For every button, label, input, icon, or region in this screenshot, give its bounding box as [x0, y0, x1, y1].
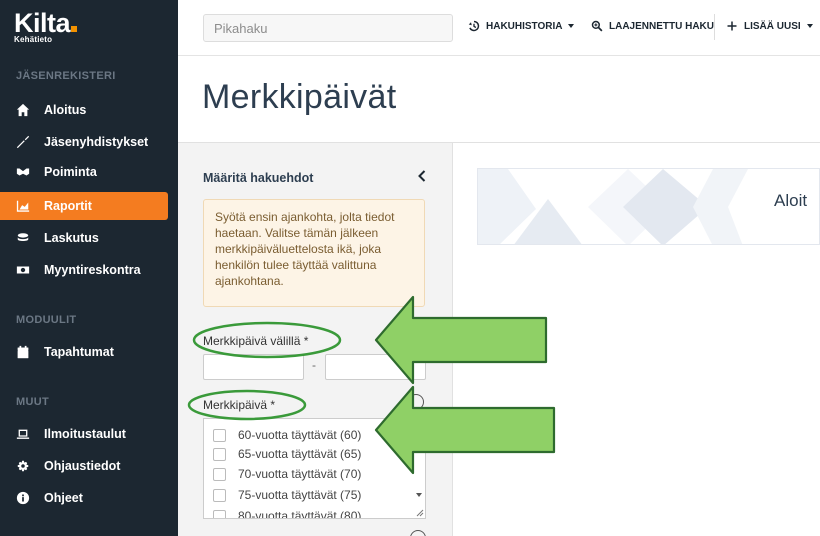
sidebar-item-poiminta[interactable]: Poiminta	[0, 158, 168, 186]
banner-title: Aloit	[774, 191, 808, 210]
section-title-muut: MUUT	[16, 396, 49, 408]
calendar-icon	[16, 345, 30, 359]
kilta-logo[interactable]: Kilta Kehätieto	[14, 8, 78, 44]
chart-icon	[16, 199, 30, 213]
add-new-label: LISÄÄ UUSI	[744, 20, 801, 32]
tools-icon	[16, 135, 30, 149]
chevron-left-icon[interactable]	[416, 169, 428, 183]
page-title: Merkkipäivät	[202, 78, 397, 116]
coins-icon	[16, 231, 30, 245]
money-icon	[16, 263, 30, 277]
section-title-moduulit: MODUULIT	[16, 314, 77, 326]
resize-handle-icon[interactable]	[416, 509, 424, 517]
info-box: Syötä ensin ajankohta, jolta tiedot haet…	[203, 199, 425, 307]
sidebar-item-laskutus[interactable]: Laskutus	[0, 224, 168, 252]
sidebar-item-label: Tapahtumat	[44, 345, 114, 359]
sidebar: Kilta Kehätieto JÄSENREKISTERI Aloitus J…	[0, 0, 178, 536]
option-label: 60-vuotta täyttävät (60)	[238, 428, 362, 442]
quick-search-input[interactable]	[203, 14, 453, 42]
option-label: 65-vuotta täyttävät (65)	[238, 447, 362, 461]
sidebar-item-label: Poiminta	[44, 165, 97, 179]
sidebar-item-label: Jäsenyhdistykset	[44, 135, 149, 149]
date-range-label: Merkkipäivä välillä *	[203, 334, 309, 348]
checkbox[interactable]	[213, 428, 226, 442]
list-item[interactable]: 75-vuotta täyttävät (75)	[213, 486, 361, 504]
handshake-icon	[16, 165, 30, 179]
sidebar-item-label: Myyntireskontra	[44, 263, 141, 277]
option-label: 75-vuotta täyttävät (75)	[238, 488, 362, 502]
list-item[interactable]: 80-vuotta täyttävät (80)	[213, 507, 362, 519]
add-new-button[interactable]: LISÄÄ UUSI	[726, 20, 813, 32]
history-icon	[468, 20, 480, 32]
welcome-banner: Aloit	[477, 168, 820, 245]
banner-decoration	[478, 169, 748, 244]
logo-text: Kilta	[14, 8, 71, 38]
laptop-icon	[16, 427, 30, 441]
logo-accent-dot	[71, 26, 78, 32]
sidebar-item-raportit[interactable]: Raportit	[0, 192, 168, 220]
sidebar-item-label: Ohjaustiedot	[44, 459, 121, 473]
advanced-search-button[interactable]: LAAJENNETTU HAKU	[591, 20, 714, 32]
sidebar-item-aloitus[interactable]: Aloitus	[0, 96, 168, 124]
sidebar-item-label: Raportit	[44, 199, 92, 213]
home-icon	[16, 103, 30, 117]
sidebar-item-label: Ilmoitustaulut	[44, 427, 126, 441]
gear-icon	[16, 459, 30, 473]
date-range-separator: -	[312, 358, 316, 372]
search-history-button[interactable]: HAKUHISTORIA	[468, 20, 575, 32]
sidebar-item-label: Aloitus	[44, 103, 87, 117]
sidebar-item-ohjaustiedot[interactable]: Ohjaustiedot	[0, 452, 168, 480]
sidebar-item-ohjeet[interactable]: Ohjeet	[0, 484, 168, 512]
option-label: 80-vuotta täyttävät (80)	[238, 509, 362, 519]
date-range-start-input[interactable]	[203, 354, 304, 380]
scroll-down-icon[interactable]	[416, 493, 422, 497]
sidebar-item-tapahtumat[interactable]: Tapahtumat	[0, 338, 168, 366]
option-label: 70-vuotta täyttävät (70)	[238, 467, 362, 481]
help-icon[interactable]	[408, 394, 424, 410]
plus-icon	[727, 21, 737, 31]
date-range-end-input[interactable]	[325, 354, 426, 380]
list-item[interactable]: 70-vuotta täyttävät (70)	[213, 465, 361, 483]
sidebar-item-label: Laskutus	[44, 231, 99, 245]
list-item[interactable]: 65-vuotta täyttävät (65)	[213, 445, 361, 463]
sidebar-item-ilmoitustaulut[interactable]: Ilmoitustaulut	[0, 420, 168, 448]
chevron-down-icon	[806, 24, 813, 28]
chevron-down-icon	[568, 24, 575, 28]
filter-panel-title: Määritä hakuehdot	[203, 171, 314, 185]
sidebar-item-jasenyhdistykset[interactable]: Jäsenyhdistykset	[0, 128, 168, 156]
checklist-scrollbar[interactable]	[413, 419, 425, 518]
sidebar-item-label: Ohjeet	[44, 491, 83, 505]
checkbox[interactable]	[213, 488, 226, 502]
advanced-search-label: LAAJENNETTU HAKU	[609, 20, 714, 32]
toolbar-divider	[714, 14, 715, 40]
checkbox[interactable]	[213, 467, 226, 481]
top-bar: HAKUHISTORIA LAAJENNETTU HAKU LISÄÄ UUSI	[178, 0, 820, 56]
sidebar-item-myyntireskontra[interactable]: Myyntireskontra	[0, 256, 168, 284]
checkbox[interactable]	[213, 447, 226, 461]
zoom-search-icon	[591, 20, 603, 32]
info-icon	[16, 491, 30, 505]
anniversary-list-label: Merkkipäivä *	[203, 398, 276, 412]
list-item[interactable]: 60-vuotta täyttävät (60)	[213, 426, 361, 444]
search-history-label: HAKUHISTORIA	[486, 20, 563, 32]
anniversary-checklist[interactable]: 60-vuotta täyttävät (60) 65-vuotta täytt…	[203, 418, 426, 519]
checkbox[interactable]	[213, 509, 226, 518]
section-title-jasenrekisteri: JÄSENREKISTERI	[16, 70, 116, 82]
